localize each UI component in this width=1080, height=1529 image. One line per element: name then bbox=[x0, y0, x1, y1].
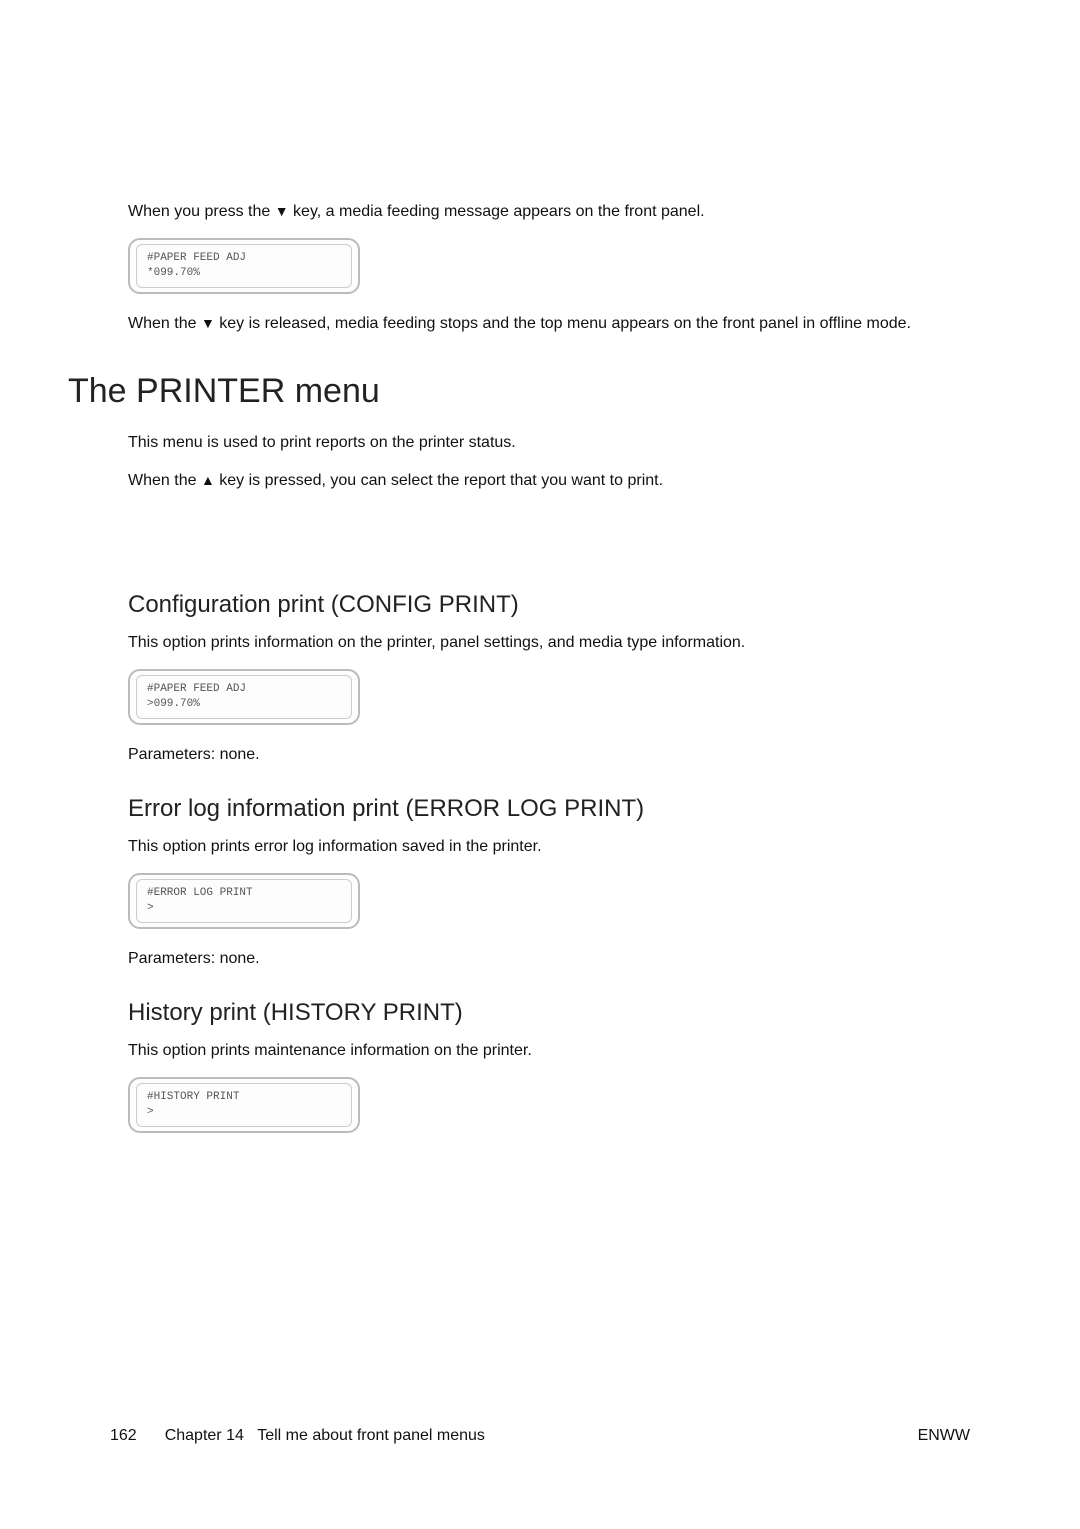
lcd-line-2: *099.70% bbox=[147, 266, 341, 281]
lcd-line-1: #HISTORY PRINT bbox=[147, 1090, 341, 1105]
lcd-panel-config: #PAPER FEED ADJ >099.70% bbox=[128, 669, 360, 725]
footer-left: 162 Chapter 14 Tell me about front panel… bbox=[110, 1427, 485, 1445]
intro-paragraph-1: When you press the ▼ key, a media feedin… bbox=[128, 200, 970, 224]
lcd-line-2: >099.70% bbox=[147, 697, 341, 712]
section-body: This menu is used to print reports on th… bbox=[110, 431, 970, 1133]
lcd-inner: #PAPER FEED ADJ >099.70% bbox=[136, 675, 352, 719]
text: key is released, media feeding stops and… bbox=[215, 315, 911, 332]
page-number: 162 bbox=[110, 1427, 137, 1445]
section-p2: When the ▲ key is pressed, you can selec… bbox=[128, 469, 970, 493]
text: key, a media feeding message appears on … bbox=[289, 203, 705, 220]
chapter-label: Chapter 14 Tell me about front panel men… bbox=[165, 1427, 485, 1445]
lcd-panel-errorlog: #ERROR LOG PRINT > bbox=[128, 873, 360, 929]
page-footer: 162 Chapter 14 Tell me about front panel… bbox=[110, 1427, 970, 1445]
lcd-line-1: #PAPER FEED ADJ bbox=[147, 682, 341, 697]
history-body: This option prints maintenance informati… bbox=[128, 1039, 970, 1063]
lcd-panel-history: #HISTORY PRINT > bbox=[128, 1077, 360, 1133]
section-heading-printer-menu: The PRINTER menu bbox=[68, 372, 970, 411]
errorlog-params: Parameters: none. bbox=[128, 947, 970, 971]
section-p1: This menu is used to print reports on th… bbox=[128, 431, 970, 455]
config-body: This option prints information on the pr… bbox=[128, 631, 970, 655]
up-triangle-icon: ▲ bbox=[201, 472, 215, 488]
spacer bbox=[128, 507, 970, 563]
down-triangle-icon: ▼ bbox=[201, 315, 215, 331]
down-triangle-icon: ▼ bbox=[275, 203, 289, 219]
subheading-config-print: Configuration print (CONFIG PRINT) bbox=[128, 591, 970, 619]
subheading-error-log: Error log information print (ERROR LOG P… bbox=[128, 795, 970, 823]
text: key is pressed, you can select the repor… bbox=[215, 472, 663, 489]
text: When you press the bbox=[128, 203, 275, 220]
lcd-inner: #ERROR LOG PRINT > bbox=[136, 879, 352, 923]
lcd-line-2: > bbox=[147, 901, 341, 916]
lcd-panel-1: #PAPER FEED ADJ *099.70% bbox=[128, 238, 360, 294]
footer-right: ENWW bbox=[918, 1427, 970, 1445]
text: When the bbox=[128, 472, 201, 489]
lcd-inner: #HISTORY PRINT > bbox=[136, 1083, 352, 1127]
text: When the bbox=[128, 315, 201, 332]
page: When you press the ▼ key, a media feedin… bbox=[0, 0, 1080, 1529]
subheading-history-print: History print (HISTORY PRINT) bbox=[128, 999, 970, 1027]
intro-paragraph-2: When the ▼ key is released, media feedin… bbox=[128, 312, 970, 336]
chapter-title: Tell me about front panel menus bbox=[257, 1427, 485, 1444]
config-params: Parameters: none. bbox=[128, 743, 970, 767]
chapter-number: Chapter 14 bbox=[165, 1427, 244, 1444]
errorlog-body: This option prints error log information… bbox=[128, 835, 970, 859]
lcd-inner: #PAPER FEED ADJ *099.70% bbox=[136, 244, 352, 288]
intro-block: When you press the ▼ key, a media feedin… bbox=[110, 200, 970, 336]
lcd-line-1: #ERROR LOG PRINT bbox=[147, 886, 341, 901]
lcd-line-2: > bbox=[147, 1105, 341, 1120]
lcd-line-1: #PAPER FEED ADJ bbox=[147, 251, 341, 266]
